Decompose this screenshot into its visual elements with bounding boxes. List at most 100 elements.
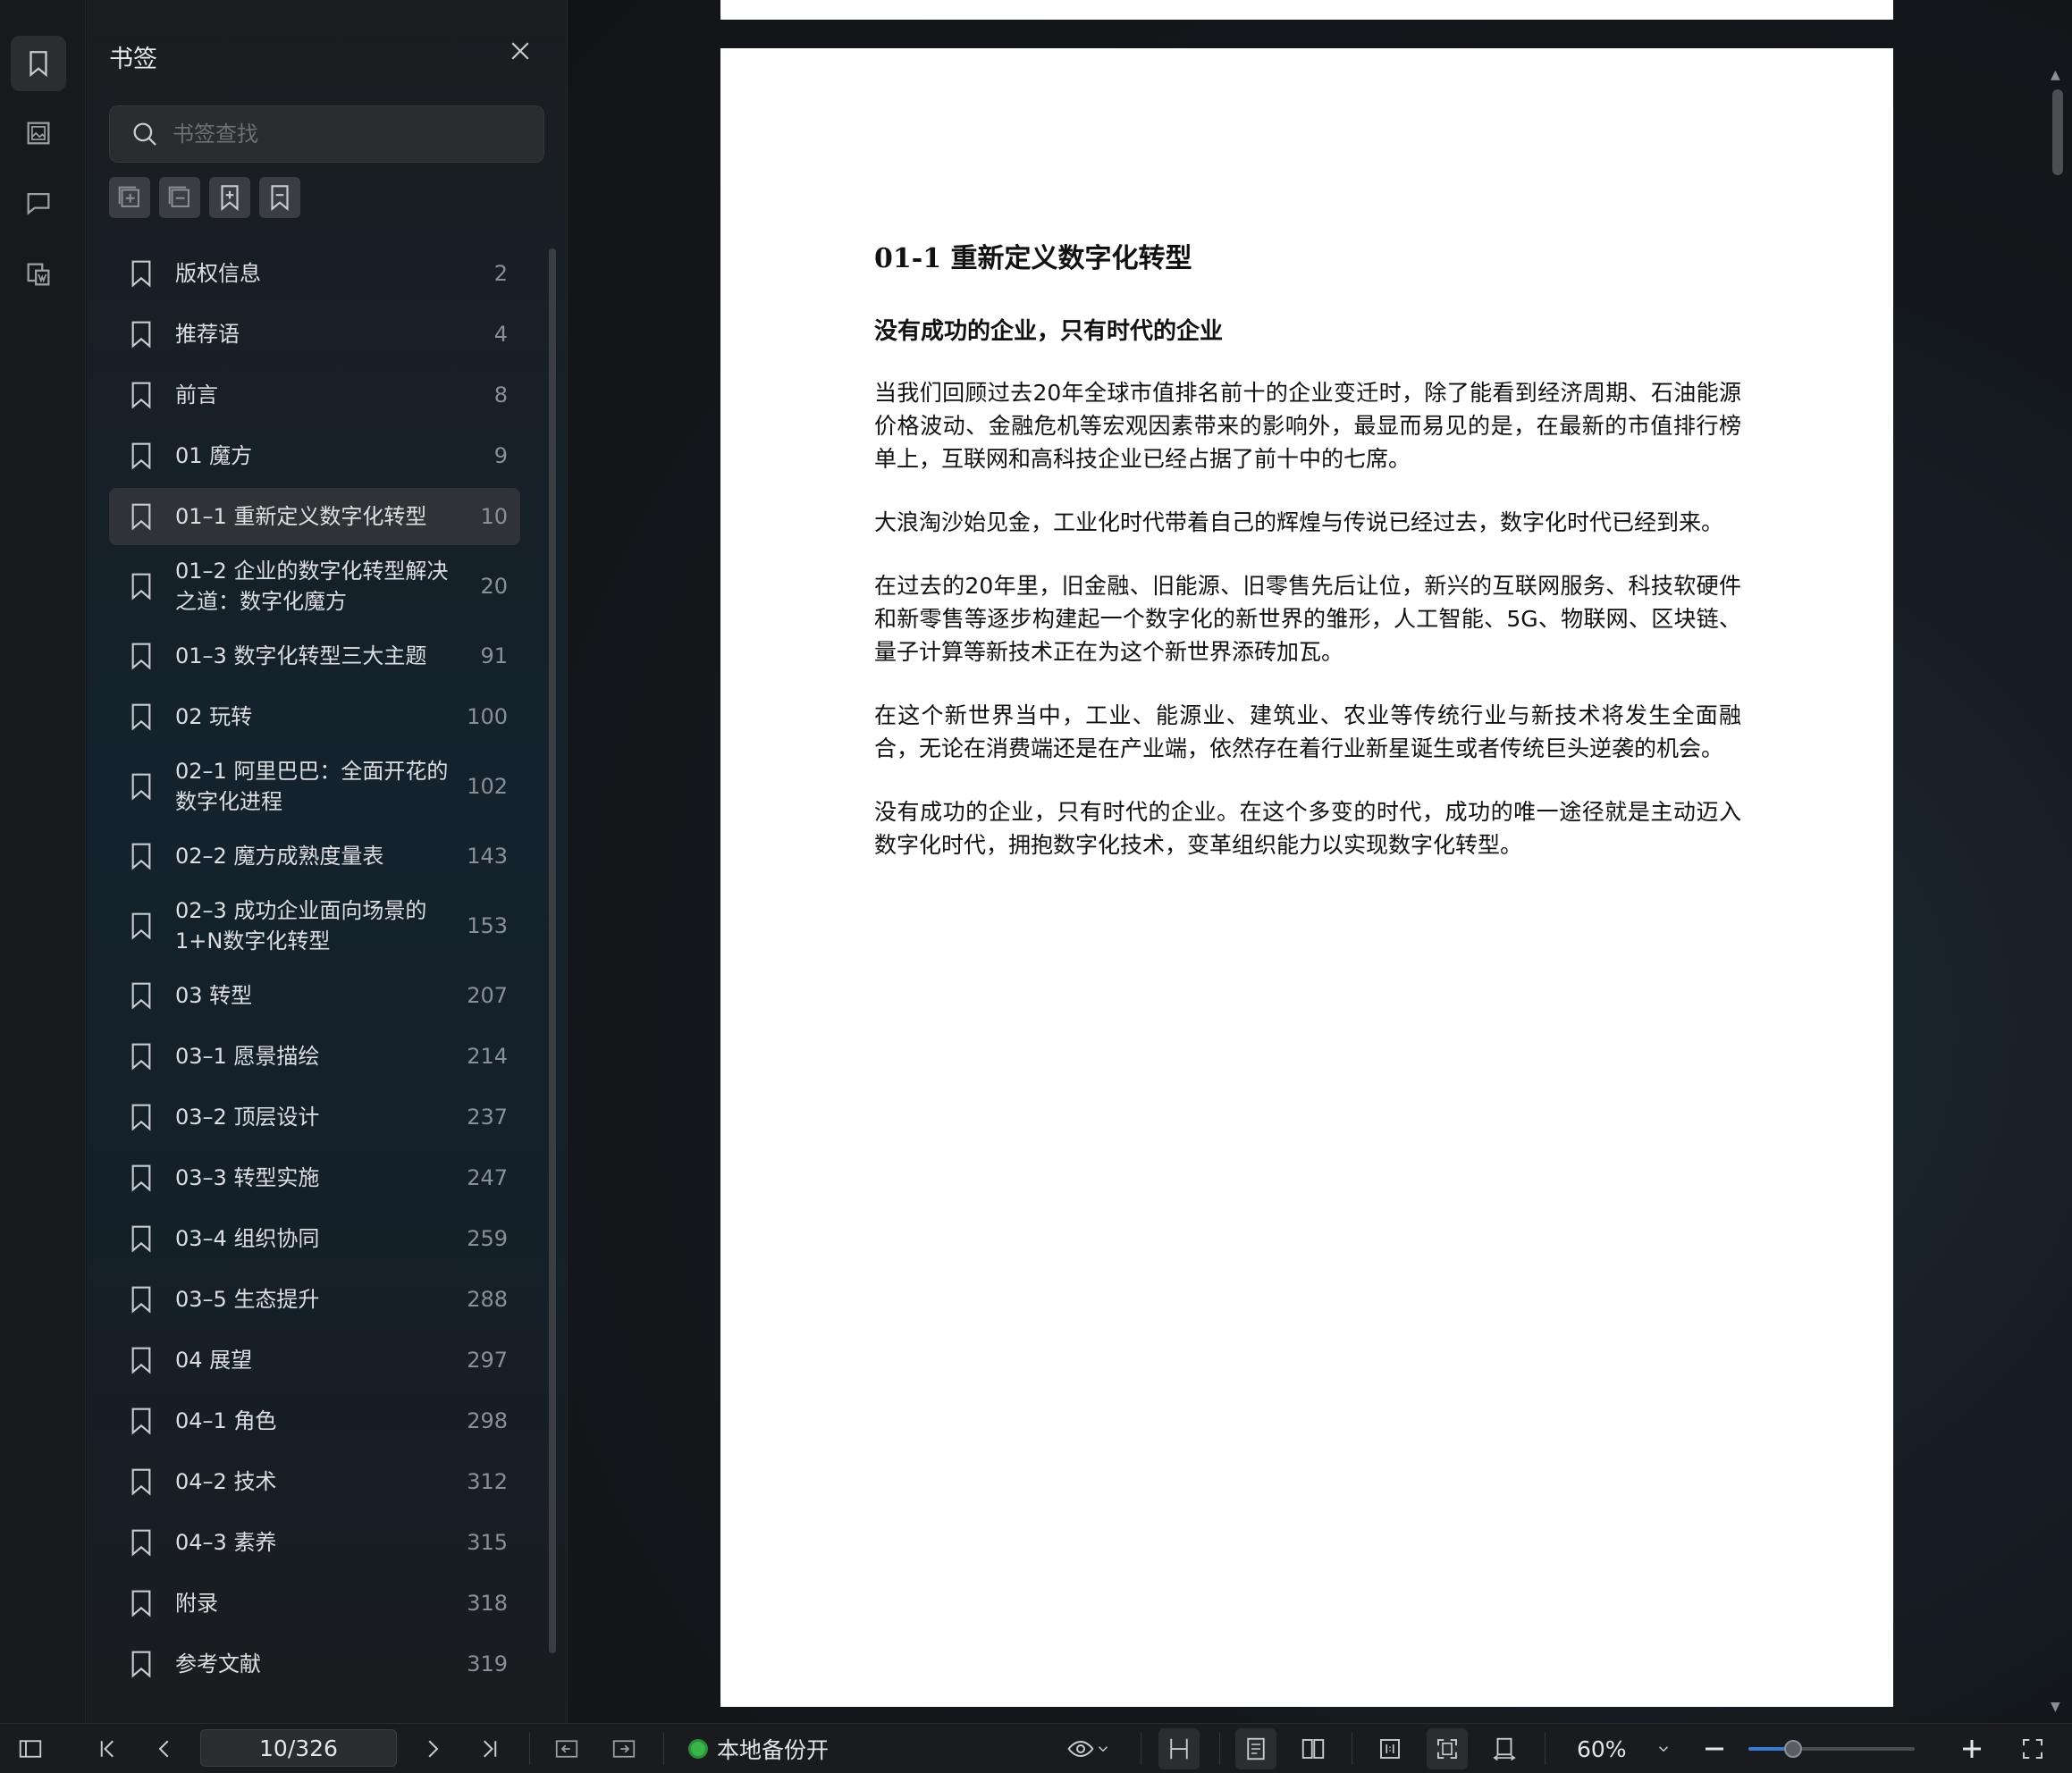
go-back-button[interactable]: [551, 1724, 583, 1773]
bookmark-item[interactable]: 参考文献 319: [109, 1635, 520, 1693]
bookmark-list-scrollbar[interactable]: [549, 248, 556, 1653]
bookmark-item[interactable]: 推荐语 4: [109, 306, 520, 363]
continuous-scroll-button[interactable]: [1158, 1728, 1200, 1769]
bookmark-search[interactable]: [109, 105, 544, 163]
zoom-level[interactable]: 60%: [1577, 1724, 1627, 1773]
chevron-down-icon: [1658, 1746, 1669, 1752]
bookmark-icon: [131, 912, 151, 940]
forward-icon: [612, 1740, 636, 1758]
bookmark-item[interactable]: 02–2 魔方成熟度量表 143: [109, 828, 520, 885]
continuous-scroll-icon: [1170, 1738, 1188, 1760]
bookmark-label: 02–2 魔方成熟度量表: [175, 844, 384, 869]
bookmark-label: 前言: [175, 382, 218, 408]
paragraph: 大浪淘沙始见金，工业化时代带着自己的辉煌与传说已经过去，数字化时代已经到来。: [874, 509, 1724, 535]
bookmark-item[interactable]: 04–1 角色 298: [109, 1392, 520, 1449]
bookmark-item[interactable]: 03–1 愿景描绘 214: [109, 1028, 520, 1085]
scroll-up-arrow-icon[interactable]: ▲: [2051, 68, 2065, 82]
bookmark-icon: [131, 442, 151, 470]
bookmark-icon: [131, 1104, 151, 1131]
bookmark-label: 03–4 组织协同: [175, 1226, 320, 1251]
bookmark-item[interactable]: 04 展望 297: [109, 1332, 520, 1389]
bookmark-label: 04 展望: [175, 1348, 253, 1373]
page-heading: 01-1 重新定义数字化转型: [874, 243, 1192, 274]
bookmark-item[interactable]: 01–1 重新定义数字化转型 10: [109, 488, 520, 545]
page-number-input[interactable]: 10/326: [200, 1729, 397, 1767]
bookmark-page-number: 4: [493, 322, 508, 347]
bookmark-item[interactable]: 04–2 技术 312: [109, 1453, 520, 1510]
bookmark-label: 03–1 愿景描绘: [175, 1044, 320, 1069]
bookmark-item[interactable]: 01–2 企业的数字化转型解决之道：数字化魔方 20: [109, 549, 520, 624]
next-page-button[interactable]: [417, 1724, 449, 1773]
single-page-button[interactable]: [1235, 1728, 1276, 1769]
chevron-down-icon: [1098, 1746, 1108, 1752]
bookmark-label: 01 魔方: [175, 443, 253, 468]
bookmark-item[interactable]: 01 魔方 9: [109, 427, 520, 484]
paragraph: 当我们回顾过去20年全球市值排名前十的企业变迁时，除了能看到经济周期、石油能源价…: [874, 380, 1741, 472]
bookmark-label: 02–1 阿里巴巴：全面开花的数字化进程: [175, 759, 449, 814]
bookmark-item[interactable]: 03 转型 207: [109, 967, 520, 1024]
bookmark-search-input[interactable]: [173, 122, 530, 147]
double-page-button[interactable]: [1293, 1724, 1334, 1773]
bookmark-item[interactable]: 03–5 生态提升 288: [109, 1271, 520, 1328]
remove-bookmark-button[interactable]: [259, 177, 300, 218]
fit-width-button[interactable]: [1484, 1724, 1525, 1773]
collapse-all-button[interactable]: [159, 177, 200, 218]
bookmark-page-number: 214: [467, 1044, 508, 1069]
document-page: 01-1 重新定义数字化转型 没有成功的企业，只有时代的企业 当我们回顾过去20…: [720, 48, 1893, 1707]
bookmark-item[interactable]: 04–3 素养 315: [109, 1514, 520, 1571]
bookmark-item[interactable]: 版权信息 2: [109, 245, 520, 302]
document-scrollbar-thumb[interactable]: [2052, 89, 2063, 175]
paragraph: 在这个新世界当中，工业、能源业、建筑业、农业等传统行业与新技术将发生全面融合，无…: [874, 702, 1741, 761]
expand-all-icon: [118, 186, 139, 207]
document-viewport[interactable]: 01-1 重新定义数字化转型 没有成功的企业，只有时代的企业 当我们回顾过去20…: [569, 0, 2072, 1723]
bookmark-item[interactable]: 02 玩转 100: [109, 688, 520, 745]
extract-tab-button[interactable]: [11, 247, 66, 302]
fullscreen-button[interactable]: [2017, 1724, 2049, 1773]
toggle-sidebar-button[interactable]: [13, 1724, 48, 1773]
fit-page-button[interactable]: [1427, 1728, 1468, 1769]
expand-all-button[interactable]: [109, 177, 150, 218]
bookmark-item[interactable]: 03–4 组织协同 259: [109, 1210, 520, 1267]
scroll-down-arrow-icon[interactable]: ▼: [2051, 1700, 2065, 1714]
eye-icon: [1067, 1740, 1094, 1758]
bookmark-page-number: 143: [467, 844, 508, 869]
add-bookmark-button[interactable]: [209, 177, 250, 218]
zoom-slider[interactable]: [1748, 1740, 1915, 1758]
bookmark-item[interactable]: 附录 318: [109, 1575, 520, 1632]
extract-icon: [27, 263, 50, 286]
bookmark-label: 03 转型: [175, 983, 253, 1008]
bookmark-panel: 书签 版权信息2推荐语4前言801 魔方901–1 重新定义数字化转型1001–…: [87, 0, 568, 1723]
bookmark-label: 03–5 生态提升: [175, 1287, 320, 1312]
bookmark-label: 推荐语: [175, 322, 240, 347]
bookmark-icon: [131, 703, 151, 731]
reading-mode-dropdown[interactable]: [1060, 1724, 1117, 1773]
zoom-in-button[interactable]: [1956, 1724, 1988, 1773]
left-icon-rail: [0, 0, 86, 1723]
comments-tab-button[interactable]: [11, 175, 66, 231]
bookmarks-tab-button[interactable]: [11, 36, 66, 91]
bookmark-item[interactable]: 03–2 顶层设计 237: [109, 1088, 520, 1146]
first-page-button[interactable]: [91, 1724, 123, 1773]
bookmark-label: 01–3 数字化转型三大主题: [175, 643, 427, 668]
bookmark-item[interactable]: 03–3 转型实施 247: [109, 1149, 520, 1206]
close-icon[interactable]: [507, 38, 534, 64]
bookmark-label: 01–1 重新定义数字化转型: [175, 504, 427, 529]
bookmark-icon: [131, 1164, 151, 1192]
zoom-slider-handle[interactable]: [1784, 1740, 1803, 1758]
bookmark-item[interactable]: 02–3 成功企业面向场景的1+N数字化转型 153: [109, 888, 520, 963]
previous-page-button[interactable]: [148, 1724, 181, 1773]
actual-size-button[interactable]: [1369, 1724, 1411, 1773]
backup-status[interactable]: 本地备份开: [688, 1724, 829, 1773]
fit-width-icon: [1493, 1737, 1516, 1761]
go-forward-button[interactable]: [608, 1724, 640, 1773]
zoom-out-button[interactable]: [1698, 1724, 1731, 1773]
zoom-dropdown-button[interactable]: [1650, 1724, 1677, 1773]
thumbnails-tab-button[interactable]: [11, 105, 66, 161]
bookmark-item[interactable]: 02–1 阿里巴巴：全面开花的数字化进程 102: [109, 749, 520, 824]
bookmark-page-number: 312: [467, 1469, 508, 1494]
bookmark-item[interactable]: 01–3 数字化转型三大主题 91: [109, 627, 520, 685]
last-page-button[interactable]: [474, 1724, 506, 1773]
add-bookmark-icon: [221, 185, 239, 212]
bookmark-item[interactable]: 前言 8: [109, 366, 520, 424]
bookmark-page-number: 2: [493, 261, 508, 286]
